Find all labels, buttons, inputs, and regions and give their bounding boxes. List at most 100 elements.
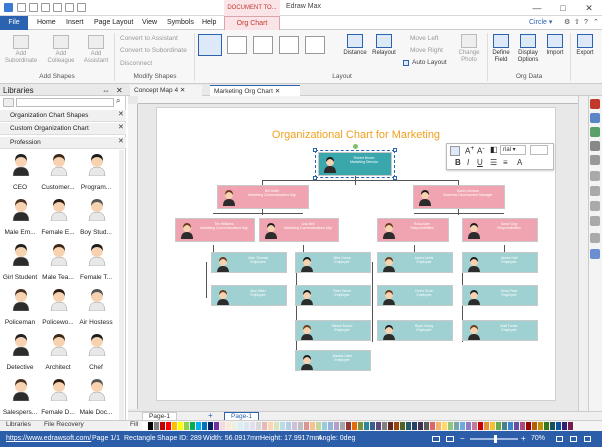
close-section-icon[interactable]: ✕ (118, 110, 124, 118)
menu-insert[interactable]: Insert (61, 16, 89, 30)
layout-style-2-icon[interactable] (227, 36, 247, 54)
avatar-icon[interactable] (48, 377, 70, 402)
close-section-icon[interactable]: ✕ (118, 123, 124, 131)
avatar-icon[interactable] (10, 332, 32, 357)
color-swatch[interactable] (496, 422, 501, 430)
move-right-button[interactable]: Move Right (410, 47, 443, 54)
avatar-icon[interactable] (86, 332, 108, 357)
color-swatch[interactable] (382, 422, 387, 430)
rotate-handle[interactable] (353, 144, 358, 149)
settings-icon[interactable]: ⚙ (564, 16, 570, 30)
color-swatch[interactable] (484, 422, 489, 430)
auto-layout-checkbox[interactable] (403, 60, 409, 66)
share-icon[interactable]: ⇧ (574, 16, 580, 30)
color-swatch[interactable] (178, 422, 183, 430)
org-node[interactable]: Amy Miller Employee (211, 285, 287, 306)
fit-window-icon[interactable] (556, 436, 563, 442)
vertical-scrollbar[interactable] (578, 96, 588, 411)
menu-view[interactable]: View (137, 16, 162, 30)
avatar-icon[interactable] (86, 152, 108, 177)
color-swatch[interactable] (280, 422, 285, 430)
color-swatch[interactable] (514, 422, 519, 430)
format-painter-icon[interactable] (450, 146, 460, 156)
text-color-icon[interactable]: A (517, 158, 522, 167)
layout-style-4-icon[interactable] (279, 36, 299, 54)
org-node[interactable]: John Thomas Employee (211, 252, 287, 273)
tab-marketing-org-chart[interactable]: Marketing Org Chart ✕ (210, 85, 300, 96)
avatar-icon[interactable] (10, 152, 32, 177)
color-swatch[interactable] (466, 422, 471, 430)
color-swatch[interactable] (244, 422, 249, 430)
avatar-icon[interactable] (48, 332, 70, 357)
color-swatch[interactable] (316, 422, 321, 430)
color-swatch[interactable] (214, 422, 219, 430)
export-button[interactable]: Export (572, 34, 598, 57)
zoom-in-icon[interactable]: + (521, 431, 526, 447)
circle-dropdown[interactable]: Circle ▾ (529, 16, 552, 30)
org-node[interactable]: Aaron Lewis Employee (377, 252, 453, 273)
avatar-icon[interactable] (48, 152, 70, 177)
org-node[interactable]: Mike Jones Employee (295, 252, 371, 273)
color-swatch[interactable] (328, 422, 333, 430)
color-swatch[interactable] (478, 422, 483, 430)
font-family-select[interactable]: rial ▾ (500, 145, 526, 155)
avatar-icon[interactable] (10, 377, 32, 402)
new-icon[interactable] (17, 3, 26, 12)
org-node[interactable]: James Hall Employee (462, 252, 538, 273)
color-swatch[interactable] (562, 422, 567, 430)
menu-org-chart[interactable]: Org Chart (224, 16, 280, 30)
library-scrollbar[interactable] (119, 150, 124, 420)
undo-icon[interactable] (65, 3, 74, 12)
color-swatch[interactable] (256, 422, 261, 430)
color-swatch[interactable] (436, 422, 441, 430)
italic-icon[interactable]: I (467, 158, 469, 167)
color-swatch[interactable] (310, 422, 315, 430)
org-node[interactable]: Peter Wood Employee (295, 285, 371, 306)
color-swatch[interactable] (520, 422, 525, 430)
color-swatch[interactable] (202, 422, 207, 430)
menu-home[interactable]: Home (32, 16, 61, 30)
add-assistant-button[interactable]: Add Assistant (80, 35, 112, 65)
color-swatch[interactable] (160, 422, 165, 430)
color-swatch[interactable] (376, 422, 381, 430)
library-menu-icon[interactable] (3, 98, 14, 107)
org-node[interactable]: Rosa Allen Responsibilities (377, 218, 449, 242)
color-swatch[interactable] (394, 422, 399, 430)
color-swatch[interactable] (448, 422, 453, 430)
chart-title[interactable]: Organizational Chart for Marketing (157, 129, 555, 141)
color-swatch[interactable] (418, 422, 423, 430)
color-swatch[interactable] (220, 422, 225, 430)
color-swatch[interactable] (430, 422, 435, 430)
color-swatch[interactable] (184, 422, 189, 430)
zoom-slider-thumb[interactable] (494, 435, 497, 443)
help-icon[interactable]: ? (584, 16, 588, 30)
color-swatch[interactable] (568, 422, 573, 430)
color-swatch[interactable] (322, 422, 327, 430)
color-swatch[interactable] (304, 422, 309, 430)
color-swatch[interactable] (406, 422, 411, 430)
avatar-icon[interactable] (10, 197, 32, 222)
font-shrink-icon[interactable]: A- (477, 145, 485, 156)
color-swatch[interactable] (358, 422, 363, 430)
layout-style-3-icon[interactable] (253, 36, 273, 54)
menu-file[interactable]: File (0, 16, 28, 30)
save-icon[interactable] (41, 3, 50, 12)
color-swatch[interactable] (166, 422, 171, 430)
color-swatch[interactable] (232, 422, 237, 430)
color-swatch[interactable] (508, 422, 513, 430)
library-section-profession[interactable]: Profession (0, 137, 126, 149)
avatar-icon[interactable] (86, 242, 108, 267)
display-options-button[interactable]: Display Options (514, 34, 542, 64)
add-page-button[interactable]: + (208, 411, 213, 420)
format-panel-icon[interactable] (590, 99, 600, 109)
library-section-custom-org[interactable]: Custom Organization Chart (0, 123, 126, 135)
library-section-org-shapes[interactable]: Organization Chart Shapes (0, 110, 126, 122)
org-node[interactable]: David Johnson Business Development Manage… (413, 185, 505, 209)
color-swatch[interactable] (196, 422, 201, 430)
change-photo-button[interactable]: Change Photo (455, 34, 483, 64)
color-swatch[interactable] (460, 422, 465, 430)
color-swatch[interactable] (544, 422, 549, 430)
org-node[interactable]: Lisa Bell Marketing Communications Mgr (259, 218, 339, 242)
menu-symbols[interactable]: Symbols (162, 16, 199, 30)
color-swatch[interactable] (334, 422, 339, 430)
